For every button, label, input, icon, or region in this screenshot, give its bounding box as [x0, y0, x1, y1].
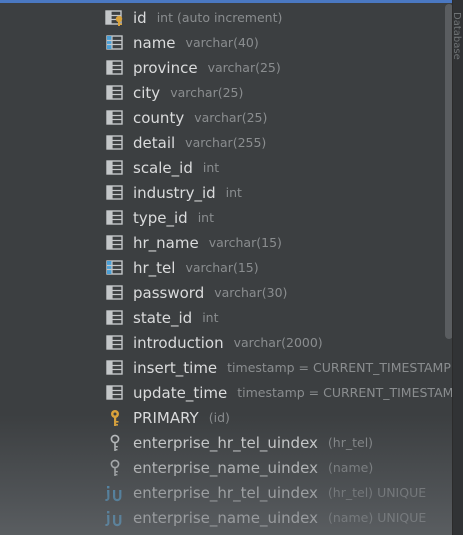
selection-highlight-bar [0, 0, 463, 3]
index-key-icon [105, 434, 125, 452]
column-type: int [225, 185, 242, 200]
column-name: insert_time [133, 358, 218, 377]
column-icon [105, 134, 125, 152]
schema-tree: id int (auto increment) name varchar(40) p… [0, 5, 452, 535]
key-columns: (name) [328, 510, 374, 525]
column-name: hr_name [133, 233, 199, 252]
column-name: detail [133, 133, 176, 152]
column-name: type_id [133, 208, 188, 227]
column-type: timestamp = CURRENT_TIMESTAM [237, 385, 452, 400]
unique-index-icon [105, 484, 125, 502]
column-row[interactable]: type_id int [0, 205, 452, 230]
key-name: enterprise_hr_tel_uindex [133, 483, 318, 502]
column-type: int [202, 160, 220, 175]
column-row[interactable]: insert_time timestamp = CURRENT_TIMESTAMP [0, 355, 452, 380]
column-icon [105, 234, 125, 252]
indexed-column-icon [105, 259, 125, 277]
column-type: varchar(2000) [233, 335, 323, 350]
column-row[interactable]: scale_id int [0, 155, 452, 180]
column-type: varchar(15) [208, 235, 282, 250]
column-row[interactable]: hr_name varchar(15) [0, 230, 452, 255]
column-name: scale_id [133, 158, 193, 177]
column-name: id [133, 8, 147, 27]
column-icon [105, 159, 125, 177]
database-tool-tab[interactable]: Database [451, 12, 462, 60]
column-name: city [133, 83, 161, 102]
column-name: province [133, 58, 198, 77]
column-type: varchar(255) [185, 135, 267, 150]
column-icon [105, 209, 125, 227]
indexed-column-icon [105, 34, 125, 52]
unique-index-icon [105, 509, 125, 527]
key-columns: (name) [328, 460, 374, 475]
key-row[interactable]: enterprise_hr_tel_uindex (hr_tel) UNIQUE [0, 480, 452, 505]
column-icon [105, 84, 125, 102]
column-icon [105, 284, 125, 302]
key-columns: (id) [208, 410, 230, 425]
key-name: enterprise_name_uindex [133, 508, 318, 527]
key-row[interactable]: enterprise_name_uindex (name) UNIQUE [0, 505, 452, 530]
column-row[interactable]: name varchar(40) [0, 30, 452, 55]
primary-key-icon [105, 409, 125, 427]
key-row[interactable]: PRIMARY (id) [0, 405, 452, 430]
column-row[interactable]: hr_tel varchar(15) [0, 255, 452, 280]
column-row[interactable]: city varchar(25) [0, 80, 452, 105]
column-icon [105, 184, 125, 202]
column-name: hr_tel [133, 258, 176, 277]
column-type: int [197, 210, 214, 225]
column-row[interactable]: password varchar(30) [0, 280, 452, 305]
key-columns: (hr_tel) [327, 435, 374, 450]
key-row[interactable]: enterprise_name_uindex (name) [0, 455, 452, 480]
key-name: PRIMARY [133, 408, 199, 427]
column-icon [105, 109, 125, 127]
column-row[interactable]: industry_id int [0, 180, 452, 205]
column-row[interactable]: county varchar(25) [0, 105, 452, 130]
column-type: int (auto increment) [156, 10, 283, 25]
column-name: state_id [133, 308, 193, 327]
column-row[interactable]: introduction varchar(2000) [0, 330, 452, 355]
key-columns: (hr_tel) [327, 485, 374, 500]
column-name: industry_id [133, 183, 216, 202]
column-name: introduction [133, 333, 224, 352]
unique-label: UNIQUE [377, 485, 427, 500]
column-type: varchar(25) [194, 110, 268, 125]
column-type: varchar(15) [185, 260, 259, 275]
column-row[interactable]: state_id int [0, 305, 452, 330]
column-icon [105, 384, 125, 402]
column-name: county [133, 108, 185, 127]
column-icon [105, 334, 125, 352]
column-type: varchar(25) [207, 60, 281, 75]
key-name: enterprise_hr_tel_uindex [133, 433, 318, 452]
column-name: password [133, 283, 205, 302]
unique-label: UNIQUE [377, 510, 427, 525]
column-name: update_time [133, 383, 228, 402]
column-type: varchar(30) [214, 285, 288, 300]
column-type: timestamp = CURRENT_TIMESTAMP [227, 360, 451, 375]
column-icon [105, 309, 125, 327]
column-icon [105, 59, 125, 77]
column-icon [105, 359, 125, 377]
index-key-icon [105, 459, 125, 477]
column-row[interactable]: detail varchar(255) [0, 130, 452, 155]
primary-key-column-icon [105, 9, 125, 27]
key-name: enterprise_name_uindex [133, 458, 318, 477]
column-type: int [202, 310, 219, 325]
column-row[interactable]: update_time timestamp = CURRENT_TIMESTAM [0, 380, 452, 405]
column-type: varchar(40) [185, 35, 259, 50]
column-type: varchar(25) [170, 85, 244, 100]
column-row[interactable]: id int (auto increment) [0, 5, 452, 30]
column-name: name [133, 33, 176, 52]
column-row[interactable]: province varchar(25) [0, 55, 452, 80]
key-row[interactable]: enterprise_hr_tel_uindex (hr_tel) [0, 430, 452, 455]
right-tool-strip: Database [451, 0, 463, 535]
